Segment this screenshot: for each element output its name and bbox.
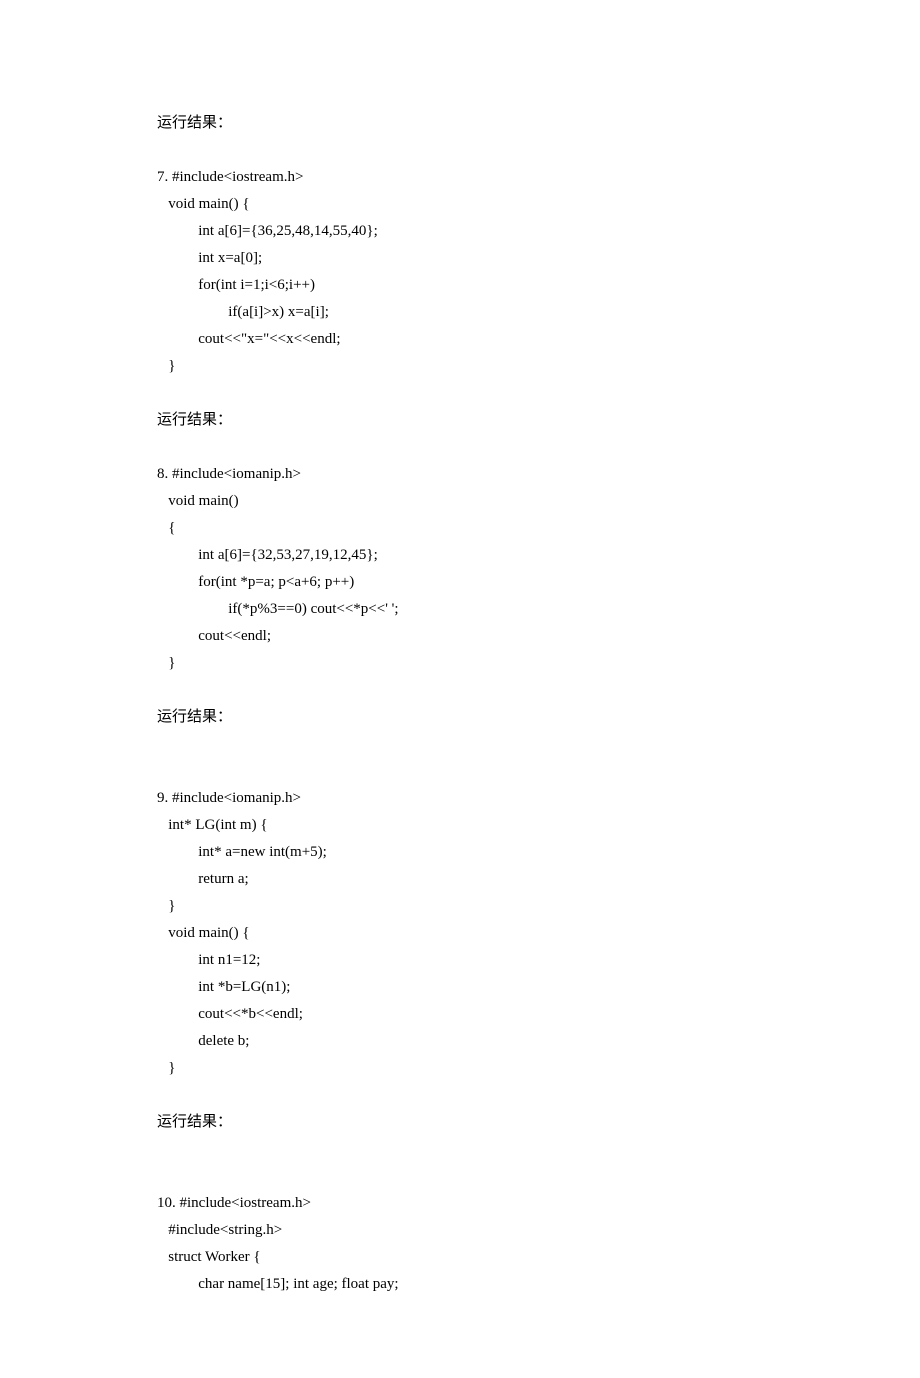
result-label-3: 运行结果： [157, 1114, 232, 1130]
code-line: int *b=LG(n1); [183, 979, 290, 995]
code-line: int n1=12; [183, 952, 260, 968]
code-line: 9. [157, 790, 168, 806]
code-line: if(*p%3==0) cout<<*p<<' '; [198, 601, 398, 617]
code-line: } [168, 655, 175, 671]
code-line: #include<string.h> [168, 1222, 282, 1238]
code-line: { [168, 520, 175, 536]
code-line: int a[6]={36,25,48,14,55,40}; [183, 223, 378, 239]
result-label-0: 运行结果： [157, 115, 232, 131]
code-line: int* LG(int m) { [168, 817, 267, 833]
code-line: 7. [157, 169, 168, 185]
result-label-2: 运行结果： [157, 709, 232, 725]
result-label-1: 运行结果： [157, 412, 232, 428]
code-line: for(int *p=a; p<a+6; p++) [183, 574, 354, 590]
code-line: } [168, 1060, 175, 1076]
code-line: #include<iostream.h> [180, 1195, 311, 1211]
code-line: return a; [183, 871, 248, 887]
code-line: int* a=new int(m+5); [183, 844, 327, 860]
code-line: #include<iomanip.h> [172, 790, 301, 806]
code-line: } [168, 898, 175, 914]
code-line: cout<<*b<<endl; [183, 1006, 303, 1022]
code-line: if(a[i]>x) x=a[i]; [198, 304, 329, 320]
code-line: void main() { [168, 925, 249, 941]
code-line: delete b; [183, 1033, 249, 1049]
code-line: } [168, 358, 175, 374]
code-line: #include<iostream.h> [172, 169, 303, 185]
code-line: struct Worker { [168, 1249, 260, 1265]
code-line: #include<iomanip.h> [172, 466, 301, 482]
code-line: cout<<"x="<<x<<endl; [183, 331, 340, 347]
code-line: cout<<endl; [183, 628, 271, 644]
code-line: 8. [157, 466, 168, 482]
code-line: char name[15]; int age; float pay; [183, 1276, 398, 1292]
document-page: 运行结果： 7. #include<iostream.h> void main(… [0, 0, 920, 1378]
code-line: for(int i=1;i<6;i++) [183, 277, 315, 293]
code-line: int x=a[0]; [183, 250, 262, 266]
code-line: void main() { [168, 196, 249, 212]
code-line: void main() [168, 493, 238, 509]
code-line: 10. [157, 1195, 176, 1211]
code-line: int a[6]={32,53,27,19,12,45}; [183, 547, 378, 563]
